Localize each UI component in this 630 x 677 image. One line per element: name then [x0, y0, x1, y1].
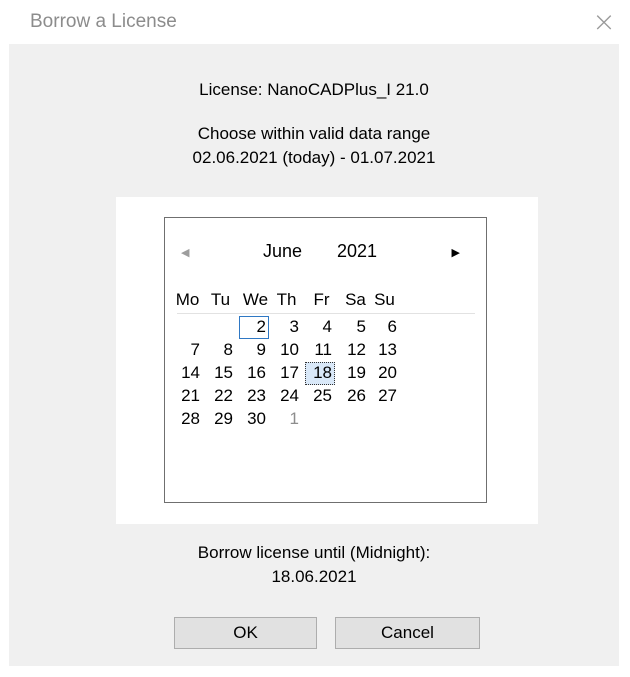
weekday-label: Fr: [313, 290, 330, 309]
month-calendar[interactable]: ◀ June 2021 ▶ Mo Tu We Th Fr Sa Su 23456…: [164, 217, 487, 503]
prev-month-icon[interactable]: ◀: [181, 246, 189, 259]
calendar-panel: ◀ June 2021 ▶ Mo Tu We Th Fr Sa Su 23456…: [116, 197, 538, 524]
weekday-label: Su: [374, 290, 395, 309]
weekday-label: Tu: [210, 290, 231, 309]
title-bar: Borrow a License ×: [0, 0, 630, 44]
weekday-label: Th: [276, 290, 297, 309]
borrow-until-label: Borrow license until (Midnight):: [197, 543, 431, 562]
calendar-day[interactable]: 19: [339, 362, 369, 385]
borrow-license-dialog: Borrow a License × License: NanoCADPlus_…: [0, 0, 630, 677]
calendar-day[interactable]: 24: [272, 385, 302, 408]
window-title: Borrow a License: [30, 11, 177, 32]
calendar-day[interactable]: 8: [206, 339, 236, 362]
calendar-day[interactable]: 1: [272, 408, 302, 431]
range-value: 02.06.2021 (today) - 01.07.2021: [192, 148, 436, 167]
calendar-day[interactable]: 27: [370, 385, 400, 408]
calendar-day[interactable]: 5: [339, 316, 369, 339]
weekday-label: Mo: [175, 290, 200, 309]
calendar-day[interactable]: 16: [239, 362, 269, 385]
calendar-day[interactable]: 3: [272, 316, 302, 339]
calendar-day[interactable]: 26: [339, 385, 369, 408]
next-month-icon[interactable]: ▶: [452, 246, 460, 259]
dialog-body: License: NanoCADPlus_I 21.0 Choose withi…: [9, 44, 619, 666]
ok-button[interactable]: OK: [174, 617, 317, 649]
weekday-label: Sa: [345, 290, 366, 309]
year-label[interactable]: 2021: [337, 241, 377, 262]
calendar-day[interactable]: 30: [239, 408, 269, 431]
calendar-day[interactable]: 20: [370, 362, 400, 385]
calendar-day[interactable]: 29: [206, 408, 236, 431]
calendar-day[interactable]: 2: [239, 316, 269, 339]
calendar-day[interactable]: 9: [239, 339, 269, 362]
calendar-day[interactable]: 18: [305, 362, 335, 385]
close-icon[interactable]: ×: [584, 2, 624, 42]
license-label: License: NanoCADPlus_I 21.0: [199, 80, 429, 99]
calendar-day[interactable]: 25: [305, 385, 335, 408]
calendar-day[interactable]: 12: [339, 339, 369, 362]
calendar-day[interactable]: 13: [370, 339, 400, 362]
calendar-day[interactable]: 21: [173, 385, 203, 408]
calendar-day[interactable]: 11: [305, 339, 335, 362]
calendar-day[interactable]: 6: [370, 316, 400, 339]
calendar-day[interactable]: 10: [272, 339, 302, 362]
weekday-header: Mo Tu We Th Fr Sa Su: [165, 290, 486, 314]
calendar-day[interactable]: 22: [206, 385, 236, 408]
calendar-day[interactable]: 17: [272, 362, 302, 385]
calendar-day[interactable]: 4: [305, 316, 335, 339]
calendar-day[interactable]: 23: [239, 385, 269, 408]
month-label[interactable]: June: [263, 241, 302, 262]
calendar-day[interactable]: 15: [206, 362, 236, 385]
calendar-day[interactable]: 14: [173, 362, 203, 385]
weekday-divider: [177, 313, 475, 314]
weekday-label: We: [242, 290, 269, 309]
cancel-button[interactable]: Cancel: [335, 617, 480, 649]
range-prompt: Choose within valid data range: [197, 124, 431, 143]
borrow-until-value: 18.06.2021: [271, 567, 357, 586]
calendar-day[interactable]: 28: [173, 408, 203, 431]
calendar-day[interactable]: 7: [173, 339, 203, 362]
